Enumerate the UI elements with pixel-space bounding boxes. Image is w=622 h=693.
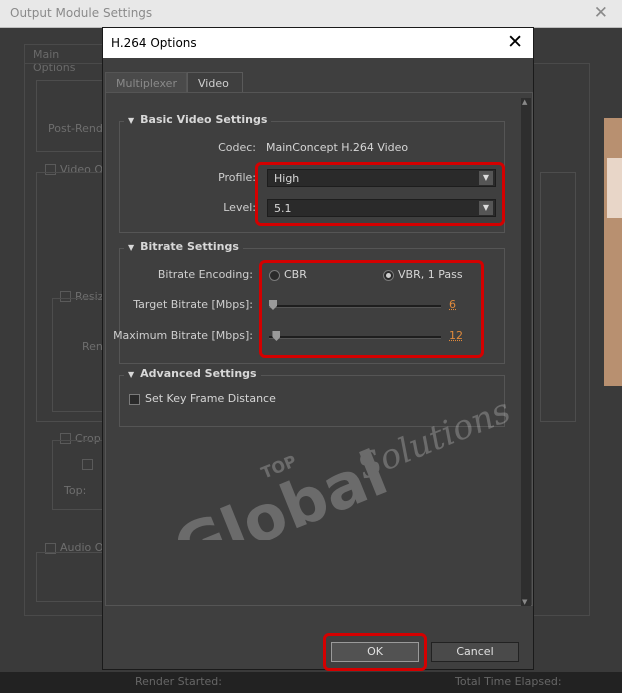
bg-group-box (36, 80, 106, 152)
collapse-triangle-icon[interactable]: ▼ (128, 370, 134, 379)
bg-group-box (52, 440, 106, 510)
bg-close-icon[interactable]: ✕ (594, 3, 608, 23)
bg-preview-thumbnail (604, 118, 622, 386)
cbr-label: CBR (284, 268, 307, 281)
chevron-down-icon[interactable]: ▼ (479, 201, 493, 215)
bg-tab-main-options[interactable]: Main Options (24, 44, 104, 74)
close-icon[interactable]: ✕ (507, 31, 523, 53)
maximum-bitrate-slider[interactable] (269, 336, 441, 339)
vertical-scrollbar[interactable]: ▲ ▼ (521, 98, 531, 606)
advanced-settings-heading[interactable]: ▼ Advanced Settings (124, 367, 261, 380)
bg-group-box (540, 172, 576, 422)
profile-selected-value: High (274, 172, 300, 185)
bg-top-label: Top: (64, 484, 87, 497)
cancel-button[interactable]: Cancel (431, 642, 519, 662)
basic-video-settings-heading[interactable]: ▼ Basic Video Settings (124, 113, 272, 126)
h264-options-dialog: H.264 Options ✕ Multiplexer Video ▲ ▼ ▼ B… (102, 27, 534, 671)
target-bitrate-label: Target Bitrate [Mbps]: (133, 298, 253, 311)
codec-value: MainConcept H.264 Video (266, 141, 409, 154)
target-bitrate-value[interactable]: 6 (449, 298, 456, 311)
bitrate-settings-heading[interactable]: ▼ Bitrate Settings (124, 240, 243, 253)
bg-time-elapsed-label: Total Time Elapsed: (455, 675, 562, 688)
collapse-triangle-icon[interactable]: ▼ (128, 116, 134, 125)
tab-video[interactable]: Video (187, 72, 243, 93)
bitrate-encoding-label: Bitrate Encoding: (157, 268, 253, 281)
bg-titlebar: Output Module Settings ✕ (0, 0, 622, 28)
dialog-titlebar: H.264 Options ✕ (103, 28, 533, 58)
vbr-1-pass-label: VBR, 1 Pass (398, 268, 463, 281)
chevron-down-icon[interactable]: ▼ (479, 171, 493, 185)
target-bitrate-slider[interactable] (269, 305, 441, 308)
bg-window-title: Output Module Settings (10, 6, 153, 20)
bg-crop-option-checkbox[interactable] (82, 459, 93, 470)
collapse-triangle-icon[interactable]: ▼ (128, 243, 134, 252)
tab-multiplexer[interactable]: Multiplexer (105, 72, 187, 93)
maximum-bitrate-label: Maximum Bitrate [Mbps]: (113, 329, 253, 342)
cbr-radio[interactable] (269, 270, 280, 281)
profile-label: Profile: (218, 171, 256, 184)
bg-group-box (36, 552, 106, 602)
level-selected-value: 5.1 (274, 202, 292, 215)
maximum-bitrate-value[interactable]: 12 (449, 329, 463, 342)
key-frame-distance-label: Set Key Frame Distance (145, 392, 276, 405)
level-label: Level: (223, 201, 256, 214)
profile-select[interactable]: High ▼ (267, 169, 496, 187)
key-frame-distance-checkbox[interactable] (129, 394, 140, 405)
bg-render-started-label: Render Started: (135, 675, 222, 688)
ok-button[interactable]: OK (331, 642, 419, 662)
scroll-down-icon[interactable]: ▼ (522, 598, 527, 606)
dialog-title: H.264 Options (111, 36, 197, 50)
codec-label: Codec: (218, 141, 256, 154)
bg-rendering-label: Ren (82, 340, 103, 353)
bg-post-render-label: Post-Rend (48, 122, 103, 135)
bg-group-box (52, 298, 106, 412)
level-select[interactable]: 5.1 ▼ (267, 199, 496, 217)
scroll-up-icon[interactable]: ▲ (522, 98, 527, 106)
vbr-1-pass-radio[interactable] (383, 270, 394, 281)
bg-footer: Render Started: Total Time Elapsed: (0, 672, 622, 693)
